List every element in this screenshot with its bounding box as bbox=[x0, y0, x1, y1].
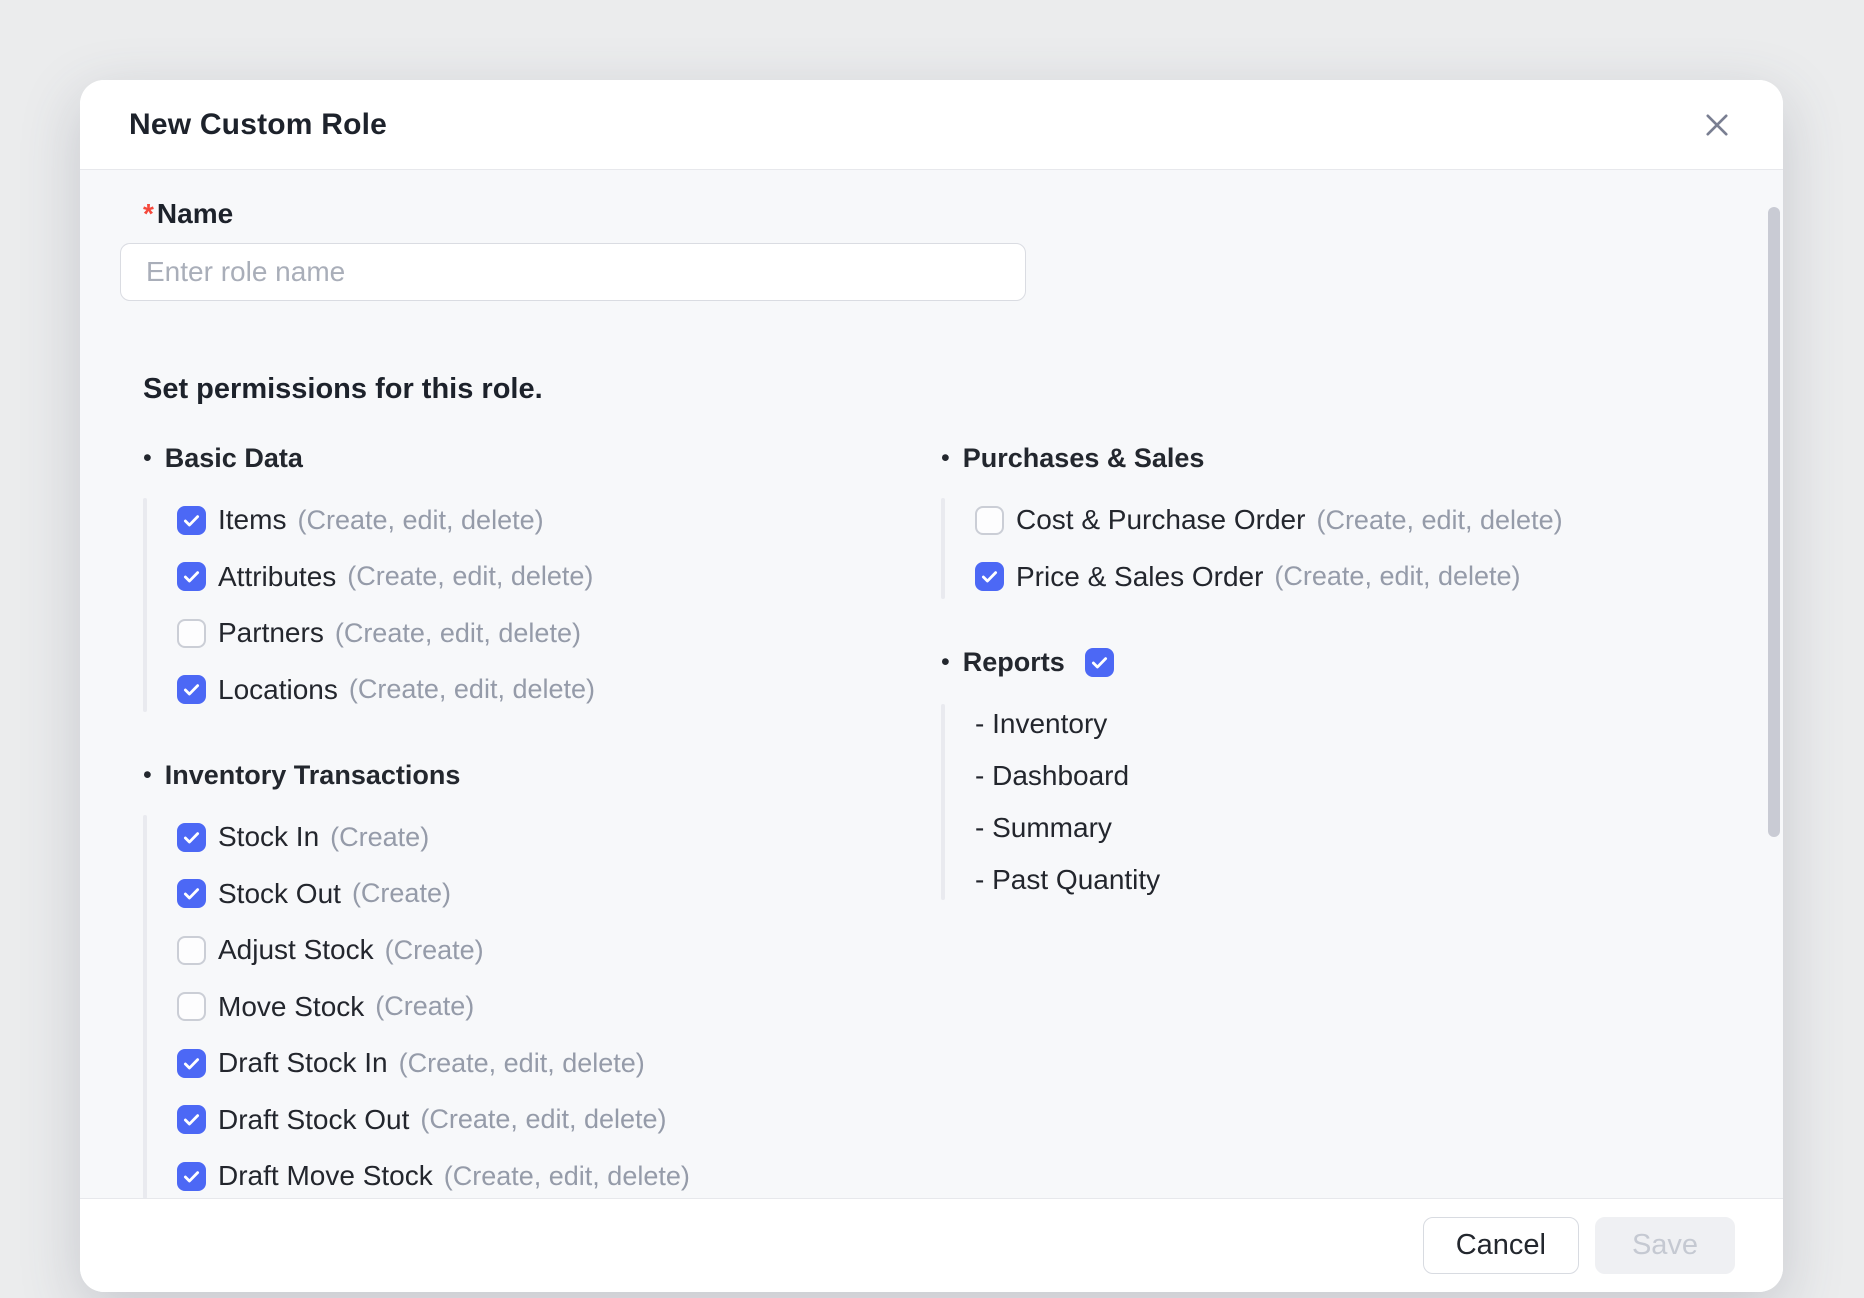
permission-row-attributes: Attributes (Create, edit, delete) bbox=[143, 549, 941, 606]
permissions-column-left: •Basic DataItems(Create, edit, delete)At… bbox=[120, 444, 941, 1198]
name-field-label: *Name bbox=[143, 198, 1783, 230]
checkbox-draft-move-stock[interactable] bbox=[177, 1162, 206, 1191]
checkbox-draft-stock-in[interactable] bbox=[177, 1049, 206, 1078]
checkbox-partners[interactable] bbox=[177, 619, 206, 648]
permission-row-price-sales-order: Price & Sales Order (Create, edit, delete… bbox=[941, 549, 1783, 606]
permission-row-cost-purchase-order: Cost & Purchase Order (Create, edit, dele… bbox=[941, 492, 1783, 549]
checkbox-stock-in[interactable] bbox=[177, 823, 206, 852]
permission-row-draft-stock-in: Draft Stock In (Create, edit, delete) bbox=[143, 1035, 941, 1092]
dialog-header: New Custom Role bbox=[80, 80, 1783, 170]
dialog-footer: Cancel Save bbox=[80, 1198, 1783, 1292]
name-label-text: Name bbox=[157, 198, 233, 229]
permission-label: Draft Move Stock bbox=[218, 1160, 433, 1192]
required-marker: * bbox=[143, 198, 154, 229]
permission-label: Draft Stock Out bbox=[218, 1104, 409, 1136]
close-button[interactable] bbox=[1695, 103, 1739, 147]
bullet-icon: • bbox=[143, 763, 152, 788]
permission-note: (Create, edit, delete) bbox=[1274, 561, 1520, 592]
permission-note: (Create, edit, delete) bbox=[444, 1161, 690, 1192]
section-header-basic-data: • Basic Data bbox=[143, 444, 941, 473]
section-purchases-sales: • Purchases & Sales Cost & Purchase Order (… bbox=[941, 444, 1783, 605]
permission-label: Cost & Purchase Order bbox=[1016, 504, 1305, 536]
permission-note: (Create, edit, delete) bbox=[1316, 505, 1562, 536]
report-item-past-quantity: - Past Quantity bbox=[941, 854, 1783, 906]
permission-row-stock-out: Stock Out (Create) bbox=[143, 866, 941, 923]
section-rows: Cost & Purchase Order (Create, edit, dele… bbox=[941, 492, 1783, 605]
report-item-inventory: - Inventory bbox=[941, 698, 1783, 750]
permission-row-draft-move-stock: Draft Move Stock (Create, edit, delete) bbox=[143, 1148, 941, 1198]
bullet-icon: • bbox=[941, 446, 950, 471]
permission-row-partners: Partners (Create, edit, delete) bbox=[143, 605, 941, 662]
indent-guide-line bbox=[143, 498, 147, 712]
permissions-heading: Set permissions for this role. bbox=[143, 373, 1783, 406]
section-basic-data: •Basic DataItems(Create, edit, delete)At… bbox=[143, 444, 941, 718]
permission-row-draft-stock-out: Draft Stock Out (Create, edit, delete) bbox=[143, 1092, 941, 1149]
section-title: Purchases & Sales bbox=[963, 443, 1205, 474]
role-name-input[interactable] bbox=[120, 243, 1026, 301]
section-title: Reports bbox=[963, 647, 1065, 678]
permission-row-items: Items (Create, edit, delete) bbox=[143, 492, 941, 549]
indent-guide-line bbox=[143, 815, 147, 1198]
permission-row-stock-in: Stock In (Create) bbox=[143, 809, 941, 866]
permission-note: (Create, edit, delete) bbox=[349, 674, 595, 705]
permission-label: Stock Out bbox=[218, 878, 341, 910]
section-inventory-transactions: •Inventory TransactionsStock In(Create)S… bbox=[143, 761, 941, 1198]
permission-label: Draft Stock In bbox=[218, 1047, 388, 1079]
save-button[interactable]: Save bbox=[1595, 1217, 1735, 1274]
permission-note: (Create) bbox=[375, 991, 474, 1022]
close-icon bbox=[1700, 108, 1734, 142]
checkbox-attributes[interactable] bbox=[177, 562, 206, 591]
permissions-column-right: • Purchases & Sales Cost & Purchase Order (… bbox=[941, 444, 1783, 906]
dialog-title: New Custom Role bbox=[129, 108, 387, 142]
section-title: Basic Data bbox=[165, 443, 303, 474]
permission-note: (Create, edit, delete) bbox=[297, 505, 543, 536]
report-item-summary: - Summary bbox=[941, 802, 1783, 854]
new-custom-role-dialog: New Custom Role *Name Set permissions fo… bbox=[80, 80, 1783, 1292]
section-rows: - Inventory- Dashboard- Summary- Past Qu… bbox=[941, 698, 1783, 906]
permission-row-move-stock: Move Stock (Create) bbox=[143, 979, 941, 1036]
permission-row-locations: Locations (Create, edit, delete) bbox=[143, 662, 941, 719]
section-rows: Stock In(Create)Stock Out(Create)Adjust … bbox=[143, 809, 941, 1198]
permission-note: (Create, edit, delete) bbox=[420, 1104, 666, 1135]
permission-note: (Create, edit, delete) bbox=[335, 618, 581, 649]
permission-row-adjust-stock: Adjust Stock (Create) bbox=[143, 922, 941, 979]
permission-label: Stock In bbox=[218, 821, 319, 853]
dialog-body: *Name Set permissions for this role. • Ba… bbox=[80, 170, 1783, 1198]
permission-note: (Create) bbox=[385, 935, 484, 966]
permission-label: Partners bbox=[218, 617, 324, 649]
permission-note: (Create, edit, delete) bbox=[347, 561, 593, 592]
permission-label: Adjust Stock bbox=[218, 934, 374, 966]
section-header-inventory-transactions: • Inventory Transactions bbox=[143, 761, 941, 790]
permission-note: (Create) bbox=[352, 878, 451, 909]
permission-label: Items bbox=[218, 504, 286, 536]
permission-label: Move Stock bbox=[218, 991, 364, 1023]
scrollbar-thumb[interactable] bbox=[1768, 207, 1780, 837]
section-header-reports: • Reports bbox=[941, 648, 1783, 677]
indent-guide-line bbox=[941, 704, 945, 900]
checkbox-items[interactable] bbox=[177, 506, 206, 535]
permission-label: Attributes bbox=[218, 561, 336, 593]
permission-label: Locations bbox=[218, 674, 338, 706]
checkbox-move-stock[interactable] bbox=[177, 992, 206, 1021]
checkbox-reports[interactable] bbox=[1085, 648, 1114, 677]
permissions-columns: •Basic DataItems(Create, edit, delete)At… bbox=[120, 444, 1783, 1198]
checkbox-cost-purchase-order[interactable] bbox=[975, 506, 1004, 535]
section-reports: • Reports - Inventory- Dashboard- Summary-… bbox=[941, 648, 1783, 906]
section-header-purchases-sales: • Purchases & Sales bbox=[941, 444, 1783, 473]
section-title: Inventory Transactions bbox=[165, 760, 461, 791]
checkbox-stock-out[interactable] bbox=[177, 879, 206, 908]
cancel-button[interactable]: Cancel bbox=[1423, 1217, 1579, 1274]
section-rows: Items (Create, edit, delete) Attributes (Cr… bbox=[143, 492, 941, 718]
checkbox-locations[interactable] bbox=[177, 675, 206, 704]
permission-label: Price & Sales Order bbox=[1016, 561, 1263, 593]
checkbox-price-sales-order[interactable] bbox=[975, 562, 1004, 591]
permission-note: (Create) bbox=[330, 822, 429, 853]
checkbox-draft-stock-out[interactable] bbox=[177, 1105, 206, 1134]
permission-note: (Create, edit, delete) bbox=[399, 1048, 645, 1079]
bullet-icon: • bbox=[143, 446, 152, 471]
report-item-dashboard: - Dashboard bbox=[941, 750, 1783, 802]
indent-guide-line bbox=[941, 498, 945, 599]
checkbox-adjust-stock[interactable] bbox=[177, 936, 206, 965]
bullet-icon: • bbox=[941, 650, 950, 675]
